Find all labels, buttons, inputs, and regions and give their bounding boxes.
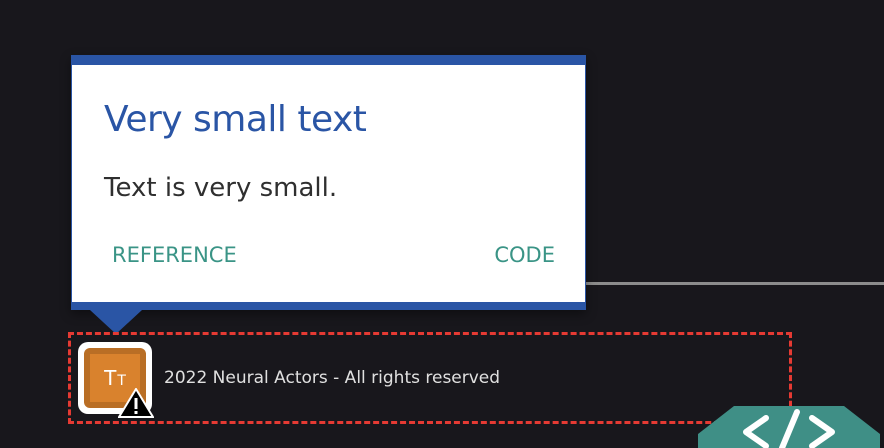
reference-link[interactable]: REFERENCE	[112, 243, 237, 267]
tooltip-title: Very small text	[104, 99, 367, 140]
code-brackets-icon[interactable]	[698, 404, 880, 448]
divider-line	[586, 282, 884, 285]
page: Very small text Text is very small. REFE…	[0, 0, 884, 448]
code-link[interactable]: CODE	[494, 243, 555, 267]
issue-tooltip: Very small text Text is very small. REFE…	[71, 55, 586, 310]
warning-icon	[118, 388, 154, 418]
tooltip-pointer	[90, 310, 142, 334]
copyright-text: 2022 Neural Actors - All rights reserved	[164, 368, 501, 388]
text-size-glyph-small: T	[117, 372, 126, 389]
text-size-glyph-large: T	[104, 366, 117, 390]
tooltip-description: Text is very small.	[104, 173, 338, 203]
